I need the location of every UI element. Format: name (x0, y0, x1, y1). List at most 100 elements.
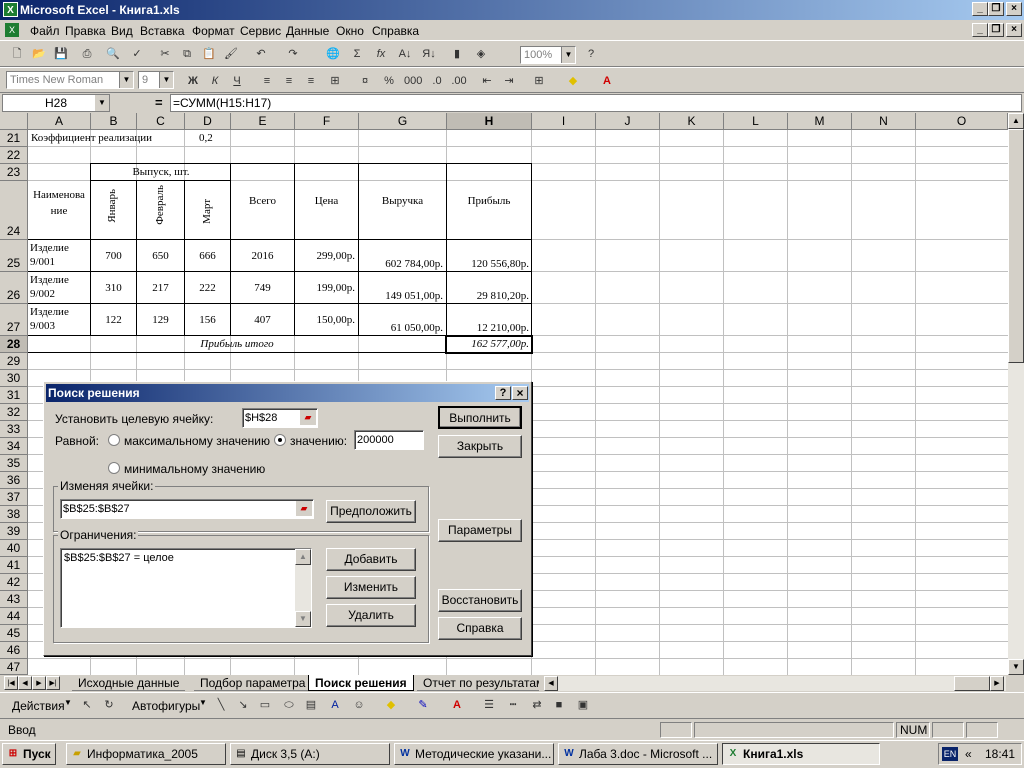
actions-menu[interactable]: Действия (12, 699, 65, 713)
column-header[interactable]: O (916, 113, 1008, 130)
language-indicator[interactable]: EN (942, 747, 958, 761)
currency-icon[interactable]: ¤ (356, 72, 374, 90)
hscroll-thumb[interactable] (954, 676, 990, 691)
close-button[interactable]: × (1006, 2, 1022, 16)
merge-center-icon[interactable]: ⊞ (326, 72, 344, 90)
decrease-indent-icon[interactable]: ⇤ (478, 72, 496, 90)
row-header[interactable]: 44 (0, 608, 28, 625)
collapse-dialog-icon[interactable]: ▰ (296, 501, 312, 516)
dialog-help-icon[interactable]: ? (495, 386, 511, 400)
row-header-active[interactable]: 28 (0, 336, 28, 353)
row-header[interactable]: 36 (0, 472, 28, 489)
column-header[interactable]: K (660, 113, 724, 130)
column-header[interactable]: A (28, 113, 91, 130)
wordart-icon[interactable]: A (326, 696, 344, 714)
column-header[interactable]: F (295, 113, 359, 130)
font-size-select[interactable]: 9 ▼ (138, 71, 174, 89)
constraint-item[interactable]: $B$25:$B$27 = целое (64, 552, 174, 564)
help-icon[interactable]: ? (582, 45, 600, 63)
workbook-icon[interactable]: X (5, 23, 19, 37)
menu-format[interactable]: Формат (192, 24, 235, 38)
row-header[interactable]: 37 (0, 489, 28, 506)
preview-icon[interactable]: 🔍 (104, 45, 122, 63)
fill-color-icon[interactable]: ◆ (564, 72, 582, 90)
column-header[interactable]: D (185, 113, 231, 130)
row-header[interactable]: 27 (0, 304, 28, 336)
collapse-dialog-icon[interactable]: ▰ (300, 410, 316, 425)
first-sheet-icon[interactable]: |◀ (4, 676, 18, 690)
doc-restore-button[interactable]: ❐ (988, 23, 1004, 37)
zoom-select[interactable]: 100% ▼ (520, 46, 576, 64)
oval-icon[interactable]: ⬭ (280, 696, 298, 714)
row-header[interactable]: 41 (0, 557, 28, 574)
guess-button[interactable]: Предположить (326, 500, 416, 523)
sort-asc-icon[interactable]: A↓ (396, 45, 414, 63)
row-header[interactable]: 42 (0, 574, 28, 591)
save-icon[interactable]: 💾 (52, 45, 70, 63)
tab-results-report[interactable]: Отчет по результатам (417, 675, 539, 691)
row-header[interactable]: 32 (0, 404, 28, 421)
arrow-icon[interactable]: ↘ (234, 696, 252, 714)
header-mar[interactable]: Март (201, 199, 213, 224)
hyperlink-icon[interactable]: 🌐 (324, 45, 342, 63)
scroll-right-icon[interactable]: ▶ (990, 676, 1004, 691)
constraints-list[interactable]: $B$25:$B$27 = целое ▲ ▼ (60, 548, 312, 628)
constraints-scrollbar[interactable]: ▲ ▼ (295, 549, 311, 627)
radio-min-label[interactable]: минимальному значению (124, 462, 265, 476)
print-icon[interactable]: ⎙ (78, 45, 96, 63)
autosum-icon[interactable]: Σ (348, 45, 366, 63)
add-constraint-button[interactable]: Добавить (326, 548, 416, 571)
cell-jan[interactable]: 700 (91, 250, 136, 262)
row-header[interactable]: 22 (0, 147, 28, 164)
row-header[interactable]: 47 (0, 659, 28, 675)
scroll-down-icon[interactable]: ▼ (1008, 659, 1024, 675)
column-header[interactable]: B (91, 113, 137, 130)
column-header[interactable]: J (596, 113, 660, 130)
chart-wizard-icon[interactable]: ▮ (448, 45, 466, 63)
horizontal-scrollbar[interactable]: ◀ ▶ (544, 676, 1006, 691)
radio-min[interactable] (108, 462, 120, 474)
column-header[interactable]: C (137, 113, 185, 130)
actions-arrow-icon[interactable]: ▼ (64, 698, 72, 707)
paste-icon[interactable]: 📋 (200, 45, 218, 63)
radio-max-label[interactable]: максимальному значению (124, 434, 270, 448)
row-header[interactable]: 29 (0, 353, 28, 370)
row-header[interactable]: 21 (0, 130, 28, 147)
cell-feb[interactable]: 217 (137, 282, 184, 294)
reset-all-button[interactable]: Восстановить (438, 589, 522, 612)
header-name[interactable]: Наименова ние (30, 187, 88, 219)
scroll-up-icon[interactable]: ▲ (1008, 113, 1024, 129)
new-icon[interactable]: 🗋 (8, 45, 26, 63)
changing-cells-input[interactable]: $B$25:$B$27 ▰ (60, 499, 314, 519)
column-header[interactable]: L (724, 113, 788, 130)
bold-icon[interactable]: Ж (184, 72, 202, 90)
thousands-icon[interactable]: 000 (404, 72, 422, 90)
borders-icon[interactable]: ⊞ (530, 72, 548, 90)
dash-style-icon[interactable]: ┅ (504, 696, 522, 714)
header-revenue[interactable]: Выручка (359, 195, 446, 207)
list-scroll-down-icon[interactable]: ▼ (295, 611, 311, 627)
increase-indent-icon[interactable]: ⇥ (500, 72, 518, 90)
align-right-icon[interactable]: ≡ (302, 72, 320, 90)
redo-icon[interactable]: ↷ (284, 45, 302, 63)
menu-file[interactable]: Файл (30, 24, 60, 38)
cut-icon[interactable]: ✂ (156, 45, 174, 63)
task-folder-informatika[interactable]: ▰ Информатика_2005 (66, 743, 226, 765)
drawing-icon[interactable]: ◈ (472, 45, 490, 63)
menu-view[interactable]: Вид (111, 24, 133, 38)
cell-feb[interactable]: 650 (137, 250, 184, 262)
font-color-draw-icon[interactable]: A (448, 696, 466, 714)
row-header[interactable]: 39 (0, 523, 28, 540)
open-icon[interactable]: 📂 (30, 45, 48, 63)
column-header[interactable]: N (852, 113, 916, 130)
select-objects-icon[interactable]: ↖ (78, 696, 96, 714)
column-header[interactable]: M (788, 113, 852, 130)
header-price[interactable]: Цена (295, 195, 358, 207)
options-button[interactable]: Параметры (438, 519, 522, 542)
increase-decimal-icon[interactable]: .0 (428, 72, 446, 90)
autoshapes-menu[interactable]: Автофигуры (132, 699, 200, 713)
last-sheet-icon[interactable]: ▶| (46, 676, 60, 690)
cell-product-name[interactable]: Изделие 9/001 (30, 241, 88, 269)
menu-data[interactable]: Данные (286, 24, 329, 38)
row-header[interactable]: 25 (0, 240, 28, 272)
